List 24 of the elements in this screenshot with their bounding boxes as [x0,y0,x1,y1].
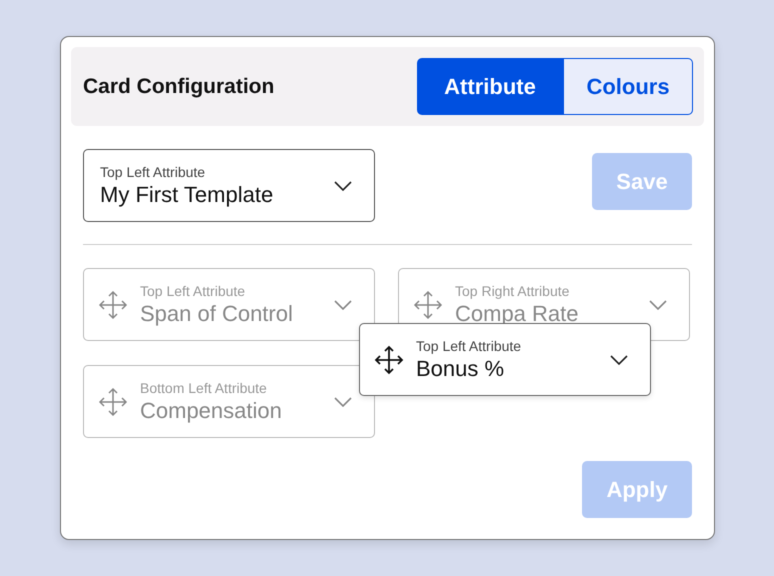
tab[interactable]: Colours [563,58,693,115]
chevron-down-icon [334,396,352,406]
attribute-dropdown[interactable]: Top Left Attribute Span of Control [83,268,375,341]
field-value: My First Template [100,182,274,208]
move-icon [98,386,128,416]
chevron-down-icon [610,354,628,364]
attribute-dropdown[interactable]: Bottom Left Attribute Compensation [83,365,375,438]
move-icon [98,290,128,320]
field-label: Top Left Attribute [100,164,206,180]
dragged-dropdown[interactable]: Top Left Attribute Bonus % [359,323,651,396]
card-title: Card Configuration [83,74,274,98]
chevron-down-icon [649,300,667,310]
field-label: Top Right Attribute [455,282,570,298]
field-value: Compensation [140,398,283,424]
field-value: Bonus % [416,356,506,382]
field-label: Top Left Attribute [140,282,246,298]
template-dropdown[interactable]: Top Left Attribute My First Template [83,149,375,222]
tab[interactable]: Attribute [417,58,563,115]
move-icon [413,290,443,320]
field-value: Span of Control [140,300,294,326]
move-icon [374,344,404,374]
chevron-down-icon [334,180,352,190]
chevron-down-icon [334,300,352,310]
field-label: Bottom Left Attribute [140,380,268,396]
